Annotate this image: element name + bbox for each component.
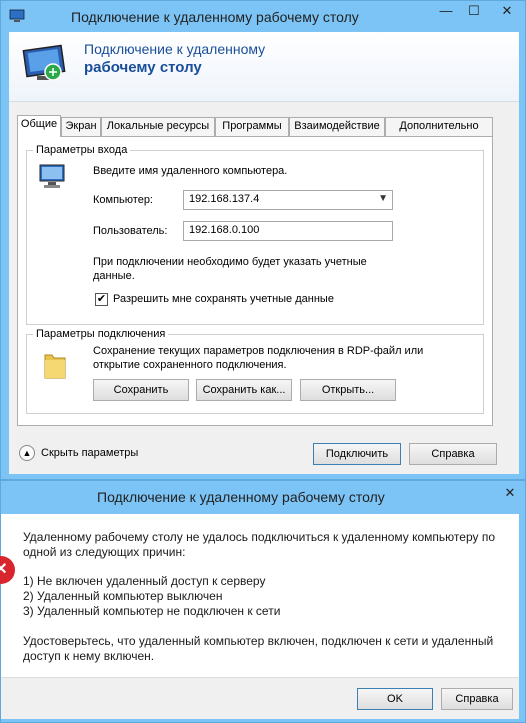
- user-value: 192.168.0.100: [189, 224, 260, 236]
- remote-desktop-monitor-icon: [22, 44, 66, 81]
- error-dialog-title: Подключение к удаленному рабочему столу: [97, 489, 385, 505]
- banner: Подключение к удаленному рабочему столу: [9, 32, 519, 102]
- connection-desc-line2: открытие сохраненного подключения.: [93, 359, 287, 371]
- error-reason-3: 3) Удаленный компьютер не подключен к се…: [23, 604, 281, 618]
- save-button[interactable]: Сохранить: [93, 379, 189, 401]
- error-message-line1: Удаленному рабочему столу не удалось под…: [23, 530, 496, 544]
- help-button[interactable]: Справка: [409, 443, 497, 465]
- error-advice-line1: Удостоверьтесь, что удаленный компьютер …: [23, 634, 494, 648]
- login-settings-group: Параметры входа Введите имя удаленного к…: [26, 144, 484, 325]
- login-settings-label: Параметры входа: [33, 144, 131, 156]
- error-message-line2: одной из следующих причин:: [23, 545, 186, 559]
- maximize-button[interactable]: ☐: [459, 1, 489, 23]
- connect-button[interactable]: Подключить: [313, 443, 401, 465]
- error-dialog: Подключение к удаленному рабочему столу …: [0, 480, 526, 723]
- save-as-button[interactable]: Сохранить как...: [196, 379, 292, 401]
- login-prompt: Введите имя удаленного компьютера.: [93, 165, 288, 177]
- connection-settings-label: Параметры подключения: [33, 328, 169, 340]
- error-button-bar: OK Справка: [1, 677, 519, 719]
- save-credentials-label[interactable]: Разрешить мне сохранять учетные данные: [113, 293, 334, 305]
- error-reason-2: 2) Удаленный компьютер выключен: [23, 589, 223, 603]
- remote-desktop-icon: [9, 9, 25, 22]
- error-advice-line2: доступ к нему включен.: [23, 649, 155, 663]
- tab-local-resources[interactable]: Локальные ресурсы: [101, 117, 215, 136]
- user-label: Пользователь:: [93, 225, 168, 237]
- window-title: Подключение к удаленному рабочему столу: [71, 9, 359, 25]
- error-dialog-client: ✕ Удаленному рабочему столу не удалось п…: [0, 514, 519, 719]
- computer-label: Компьютер:: [93, 194, 153, 206]
- rdp-window: Подключение к удаленному рабочему столу …: [0, 0, 526, 480]
- tab-display[interactable]: Экран: [61, 117, 101, 136]
- close-button[interactable]: ✕: [487, 1, 526, 23]
- titlebar[interactable]: Подключение к удаленному рабочему столу …: [1, 1, 525, 33]
- open-button[interactable]: Открыть...: [300, 379, 396, 401]
- user-field[interactable]: 192.168.0.100: [183, 221, 393, 241]
- error-close-button[interactable]: ✕: [495, 483, 525, 505]
- minimize-button[interactable]: —: [431, 1, 461, 23]
- error-reason-1: 1) Не включен удаленный доступ к серверу: [23, 574, 266, 588]
- banner-title-line1: Подключение к удаленному: [84, 41, 266, 57]
- computer-icon: [39, 164, 65, 188]
- banner-title-line2: рабочему столу: [84, 59, 202, 76]
- error-icon: ✕: [0, 556, 15, 584]
- tab-advanced[interactable]: Дополнительно: [385, 117, 493, 136]
- credentials-note-line2: данные.: [93, 270, 135, 282]
- tab-experience[interactable]: Взаимодействие: [289, 117, 385, 136]
- tab-general[interactable]: Общие: [17, 115, 61, 137]
- save-credentials-checkbox[interactable]: ✔: [95, 293, 108, 306]
- chevron-down-icon[interactable]: ▼: [378, 193, 388, 204]
- ok-button[interactable]: OK: [357, 688, 433, 710]
- collapse-arrow-icon[interactable]: ▲: [19, 445, 35, 461]
- computer-value: 192.168.137.4: [189, 193, 260, 205]
- window-client: Подключение к удаленному рабочему столу …: [9, 32, 519, 474]
- tab-programs[interactable]: Программы: [215, 117, 289, 136]
- general-tab-panel: Параметры входа Введите имя удаленного к…: [17, 136, 493, 426]
- folder-icon: [44, 354, 66, 379]
- computer-combobox[interactable]: 192.168.137.4 ▼: [183, 190, 393, 210]
- error-help-button[interactable]: Справка: [441, 688, 513, 710]
- hide-options-link[interactable]: Скрыть параметры: [41, 447, 138, 459]
- connection-desc-line1: Сохранение текущих параметров подключени…: [93, 345, 424, 357]
- connection-settings-group: Параметры подключения Сохранение текущих…: [26, 328, 484, 414]
- credentials-note-line1: При подключении необходимо будет указать…: [93, 256, 367, 268]
